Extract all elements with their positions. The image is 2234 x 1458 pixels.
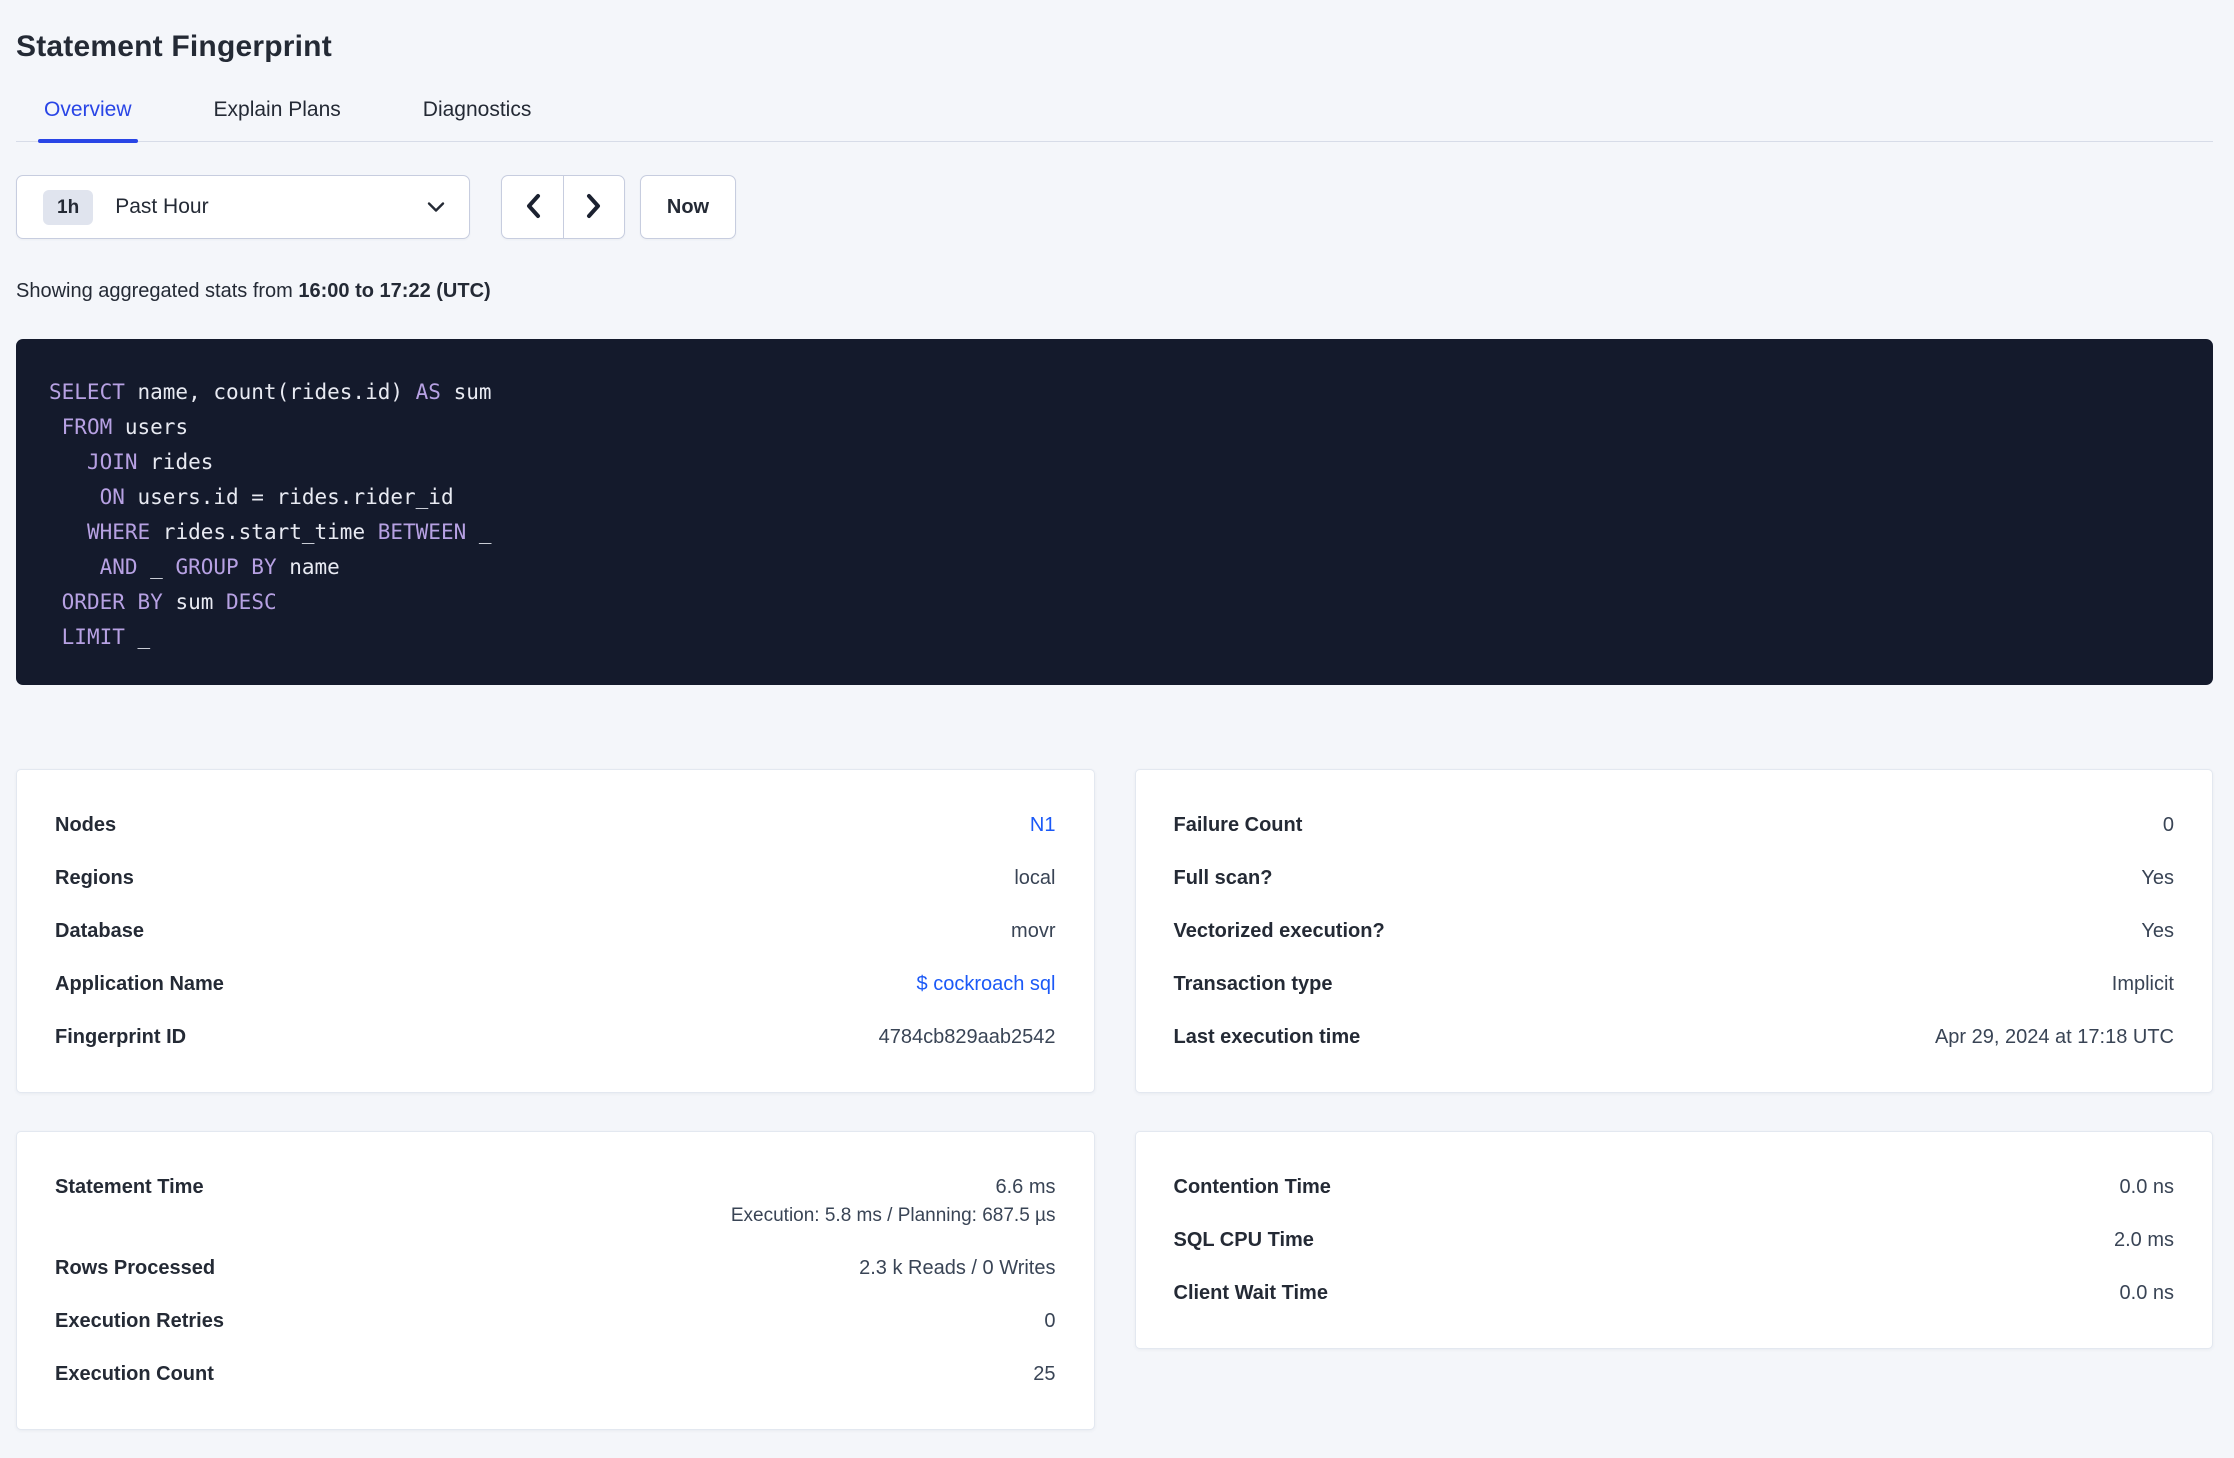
row-label: Vectorized execution? (1173, 920, 1385, 942)
now-button[interactable]: Now (640, 175, 736, 239)
time-interval-select[interactable]: 1h Past Hour (16, 175, 470, 239)
row-value: 0 (1044, 1310, 1056, 1332)
chevron-right-icon (585, 193, 603, 222)
row-label: Fingerprint ID (55, 1026, 187, 1048)
card-row: Last execution time Apr 29, 2024 at 17:18… (1174, 1022, 2175, 1052)
sql-line: WHERE rides.start_time BETWEEN _ (86, 520, 492, 544)
card-row: Failure Count 0 (1174, 810, 2175, 840)
tab-overview[interactable]: Overview (38, 98, 138, 143)
time-range-label: Past Hour (115, 195, 209, 218)
card-row: Vectorized execution? Yes (1174, 916, 2175, 946)
sql-statement-box: SELECT name, count(rides.id) AS sum FROM… (16, 339, 2213, 685)
row-value: 25 (1033, 1363, 1056, 1385)
row-label: SQL CPU Time (1173, 1229, 1314, 1251)
card-row: Rows Processed 2.3 k Reads / 0 Writes (55, 1253, 1056, 1283)
next-time-button[interactable] (563, 176, 624, 238)
sql-line: LIMIT _ (61, 625, 151, 649)
card-row: Nodes N1 (55, 810, 1056, 840)
card-row: Database movr (55, 916, 1056, 946)
row-label: Last execution time (1173, 1026, 1361, 1048)
row-value: Implicit (2111, 973, 2174, 995)
row-label: Execution Retries (55, 1310, 224, 1332)
aggregated-stats-caption: Showing aggregated stats from 16:00 to 1… (16, 280, 2213, 303)
aggregated-stats-range: 16:00 to 17:22 (UTC) (298, 280, 491, 302)
row-label: Application Name (55, 973, 224, 995)
row-subvalue: Execution: 5.8 ms / Planning: 687.5 µs (730, 1205, 1056, 1226)
row-label: Transaction type (1173, 973, 1333, 995)
row-label: Failure Count (1173, 814, 1303, 836)
row-label: Contention Time (1173, 1176, 1331, 1198)
card-row: Execution Retries 0 (55, 1306, 1056, 1336)
row-value: Apr 29, 2024 at 17:18 UTC (1934, 1026, 2174, 1048)
statement-timing-card: Statement Time 6.6 ms Execution: 5.8 ms / … (16, 1131, 1095, 1430)
row-value: 2.3 k Reads / 0 Writes (859, 1257, 1056, 1279)
row-label: Database (55, 920, 144, 942)
row-label: Execution Count (55, 1363, 214, 1385)
sql-line: ON users.id = rides.rider_id (99, 485, 454, 509)
card-row: Execution Count 25 (55, 1359, 1056, 1389)
statement-fingerprint-page: Statement Fingerprint Overview Explain P… (0, 0, 2234, 1430)
sql-line: FROM users (61, 415, 189, 439)
sql-line: ORDER BY sum DESC (61, 590, 277, 614)
wait-times-card: Contention Time 0.0 ns SQL CPU Time 2.0 ms C… (1134, 1131, 2213, 1349)
sql-line: SELECT name, count(rides.id) AS sum (49, 380, 492, 404)
row-label: Statement Time (55, 1176, 204, 1198)
time-range-badge: 1h (43, 189, 94, 225)
tab-bar: Overview Explain Plans Diagnostics (16, 98, 2213, 143)
card-row: SQL CPU Time 2.0 ms (1174, 1225, 2175, 1255)
execution-attributes-card: Failure Count 0 Full scan? Yes Vectorized ex… (1134, 769, 2213, 1093)
row-value: 2.0 ms (2113, 1229, 2174, 1251)
row-label: Client Wait Time (1173, 1282, 1328, 1304)
row-value: 0.0 ns (2119, 1282, 2174, 1304)
page-title: Statement Fingerprint (16, 30, 332, 63)
chevron-down-icon (427, 201, 445, 213)
tab-explain-plans[interactable]: Explain Plans (214, 98, 341, 141)
row-label: Rows Processed (55, 1257, 216, 1279)
row-label: Regions (55, 867, 134, 889)
tab-diagnostics[interactable]: Diagnostics (423, 98, 532, 141)
card-row: Contention Time 0.0 ns (1174, 1172, 2175, 1202)
prev-time-button[interactable] (502, 176, 563, 238)
row-value: 0.0 ns (2119, 1176, 2174, 1198)
card-row: Client Wait Time 0.0 ns (1174, 1278, 2175, 1308)
time-toolbar: 1h Past Hour Now (16, 175, 2213, 239)
card-row: Fingerprint ID 4784cb829aab2542 (55, 1022, 1056, 1052)
row-value: 4784cb829aab2542 (878, 1026, 1056, 1048)
summary-cards: Nodes N1 Regions local Database movr Applicati… (16, 769, 2213, 1430)
card-row: Full scan? Yes (1174, 863, 2175, 893)
row-value-link[interactable]: N1 (1030, 810, 1056, 840)
row-value: local (1014, 867, 1056, 889)
card-row: Statement Time 6.6 ms Execution: 5.8 ms / … (55, 1172, 1056, 1230)
card-row: Application Name $ cockroach sql (55, 969, 1056, 999)
row-value-link[interactable]: $ cockroach sql (917, 969, 1056, 999)
time-pager (501, 175, 625, 239)
sql-line: JOIN rides (86, 450, 214, 474)
card-row: Transaction type Implicit (1174, 969, 2175, 999)
row-value: movr (1011, 920, 1056, 942)
chevron-left-icon (524, 193, 542, 222)
row-value: 0 (2162, 814, 2174, 836)
row-value: Yes (2141, 920, 2174, 942)
card-row: Regions local (55, 863, 1056, 893)
statement-details-card: Nodes N1 Regions local Database movr Applicati… (16, 769, 1095, 1093)
sql-line: AND _ GROUP BY name (99, 555, 340, 579)
row-label: Nodes (55, 814, 117, 836)
row-label: Full scan? (1173, 867, 1273, 889)
row-value: Yes (2141, 867, 2174, 889)
row-value: 6.6 ms (995, 1176, 1056, 1198)
aggregated-stats-prefix: Showing aggregated stats from (16, 280, 299, 302)
